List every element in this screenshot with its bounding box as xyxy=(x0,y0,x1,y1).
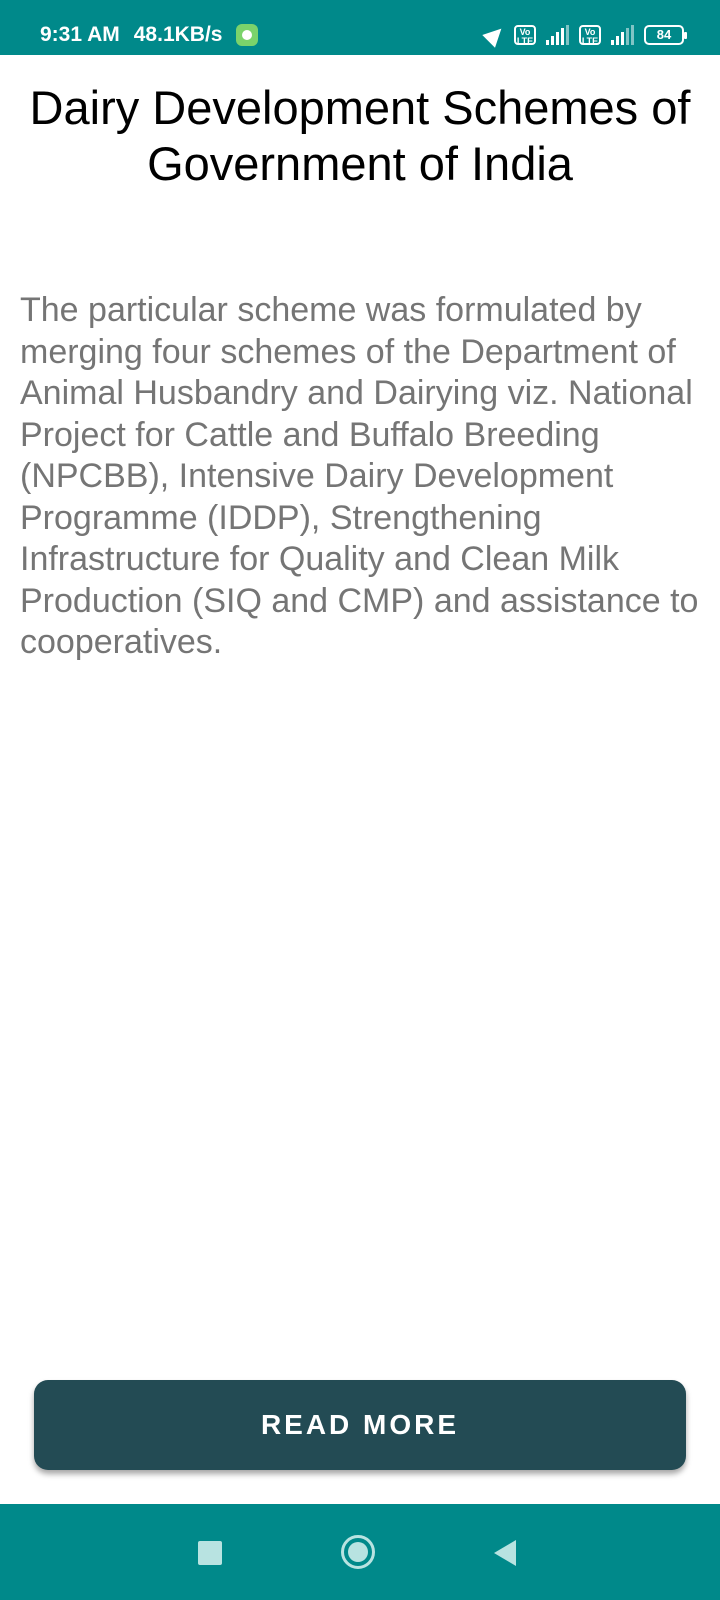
network-speed: 48.1KB/s xyxy=(133,23,223,46)
clock: 9:31 AM xyxy=(40,23,120,46)
signal-icon xyxy=(546,25,569,45)
battery-icon: 84 xyxy=(644,25,687,45)
recents-square-icon[interactable] xyxy=(198,1541,222,1565)
volte-icon: Vo LTE xyxy=(579,25,601,46)
location-arrow-icon xyxy=(482,22,508,48)
status-left: 9:31 AM 48.1KB/s xyxy=(40,20,259,50)
signal-icon xyxy=(611,25,634,45)
status-bar: 9:31 AM 48.1KB/s Vo LTE Vo LTE 84 xyxy=(0,0,720,55)
navigation-bar xyxy=(0,1504,720,1600)
read-more-button[interactable]: READ MORE xyxy=(34,1380,686,1470)
scheme-description: The particular scheme was formulated by … xyxy=(20,291,699,661)
volte-icon: Vo LTE xyxy=(514,25,536,46)
home-circle-icon[interactable] xyxy=(341,1535,375,1569)
back-triangle-icon[interactable] xyxy=(494,1540,516,1566)
page-title: Dairy Development Schemes of Government … xyxy=(29,81,691,190)
app-notification-icon xyxy=(236,24,259,46)
status-right: Vo LTE Vo LTE 84 xyxy=(482,20,687,50)
